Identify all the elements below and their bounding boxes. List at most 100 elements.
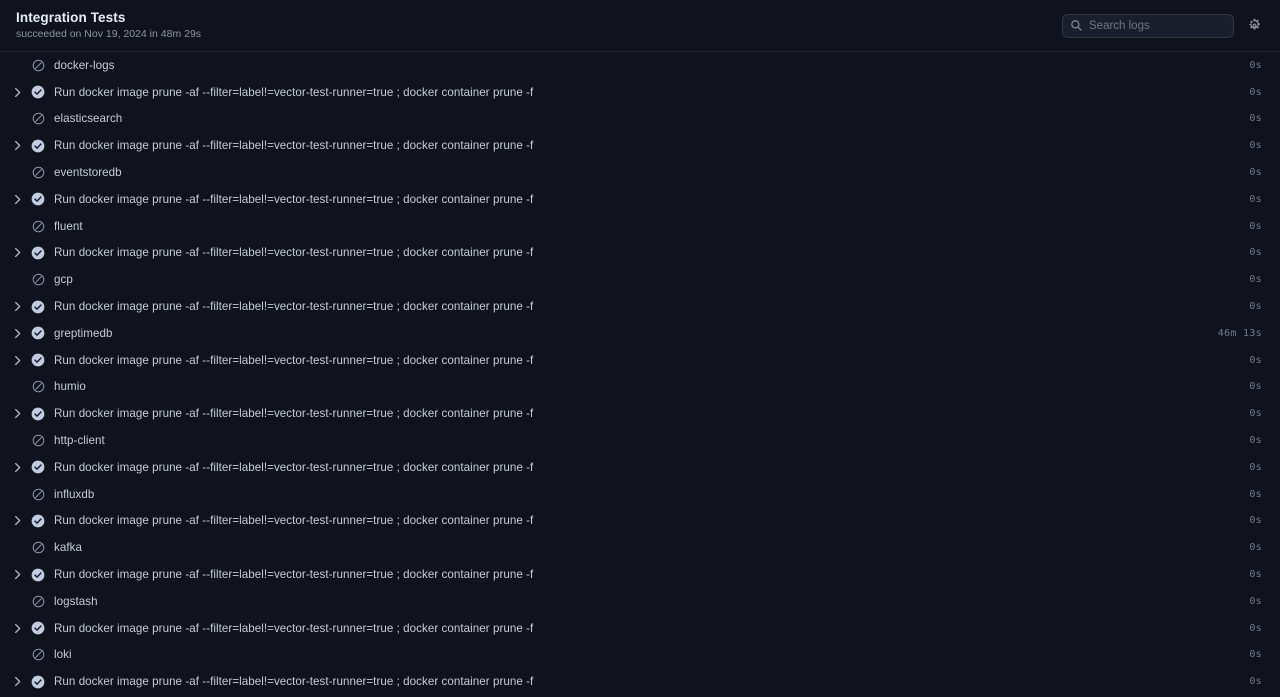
log-row-duration: 0s	[1237, 381, 1262, 392]
log-row[interactable]: docker-logs0s	[0, 52, 1280, 79]
log-row[interactable]: Run docker image prune -af --filter=labe…	[0, 186, 1280, 213]
log-row-duration: 0s	[1237, 676, 1262, 687]
log-row[interactable]: Run docker image prune -af --filter=labe…	[0, 79, 1280, 106]
log-row-label: influxdb	[50, 488, 1237, 501]
log-row-duration: 0s	[1237, 542, 1262, 553]
log-row[interactable]: Run docker image prune -af --filter=labe…	[0, 240, 1280, 267]
log-row[interactable]: Run docker image prune -af --filter=labe…	[0, 508, 1280, 535]
skipped-circle-slash-icon	[26, 220, 50, 233]
skipped-circle-slash-icon	[26, 595, 50, 608]
settings-button[interactable]	[1244, 16, 1264, 36]
chevron-right-icon[interactable]	[8, 676, 26, 687]
log-row-duration: 0s	[1237, 515, 1262, 526]
log-row-list[interactable]: docker-logs0sRun docker image prune -af …	[0, 52, 1280, 697]
success-check-circle-icon	[26, 407, 50, 421]
success-check-circle-icon	[26, 139, 50, 153]
chevron-right-icon[interactable]	[8, 408, 26, 419]
page-title: Integration Tests	[16, 10, 1062, 26]
log-row-label: Run docker image prune -af --filter=labe…	[50, 300, 1237, 313]
log-row[interactable]: http-client0s	[0, 427, 1280, 454]
log-row-label: fluent	[50, 220, 1237, 233]
run-status-subtitle: succeeded on Nov 19, 2024 in 48m 29s	[16, 27, 1062, 41]
log-row[interactable]: logstash0s	[0, 588, 1280, 615]
log-row-label: Run docker image prune -af --filter=labe…	[50, 407, 1237, 420]
skipped-circle-slash-icon	[26, 541, 50, 554]
log-row-duration: 0s	[1237, 462, 1262, 473]
log-row-duration: 0s	[1237, 301, 1262, 312]
log-row-label: docker-logs	[50, 59, 1237, 72]
log-row[interactable]: Run docker image prune -af --filter=labe…	[0, 132, 1280, 159]
log-row-duration: 46m 13s	[1206, 328, 1262, 339]
success-check-circle-icon	[26, 246, 50, 260]
success-check-circle-icon	[26, 353, 50, 367]
log-row-duration: 0s	[1237, 569, 1262, 580]
skipped-circle-slash-icon	[26, 273, 50, 286]
success-check-circle-icon	[26, 326, 50, 340]
success-check-circle-icon	[26, 568, 50, 582]
chevron-right-icon[interactable]	[8, 462, 26, 473]
search-logs-box[interactable]	[1062, 14, 1234, 38]
chevron-right-icon[interactable]	[8, 515, 26, 526]
skipped-circle-slash-icon	[26, 380, 50, 393]
log-row[interactable]: Run docker image prune -af --filter=labe…	[0, 400, 1280, 427]
log-row[interactable]: gcp0s	[0, 266, 1280, 293]
skipped-circle-slash-icon	[26, 434, 50, 447]
log-row-duration: 0s	[1237, 113, 1262, 124]
log-row-duration: 0s	[1237, 221, 1262, 232]
log-row[interactable]: Run docker image prune -af --filter=labe…	[0, 561, 1280, 588]
chevron-right-icon[interactable]	[8, 301, 26, 312]
log-row[interactable]: Run docker image prune -af --filter=labe…	[0, 293, 1280, 320]
log-row[interactable]: greptimedb46m 13s	[0, 320, 1280, 347]
success-check-circle-icon	[26, 300, 50, 314]
log-row-duration: 0s	[1237, 140, 1262, 151]
search-input[interactable]	[1089, 20, 1226, 32]
header-actions	[1062, 14, 1264, 38]
log-row[interactable]: Run docker image prune -af --filter=labe…	[0, 615, 1280, 642]
skipped-circle-slash-icon	[26, 648, 50, 661]
log-row-duration: 0s	[1237, 167, 1262, 178]
log-row[interactable]: kafka0s	[0, 534, 1280, 561]
log-row-label: loki	[50, 648, 1237, 661]
log-row-label: Run docker image prune -af --filter=labe…	[50, 675, 1237, 688]
log-row-label: Run docker image prune -af --filter=labe…	[50, 568, 1237, 581]
log-row-label: Run docker image prune -af --filter=labe…	[50, 354, 1237, 367]
chevron-right-icon[interactable]	[8, 328, 26, 339]
chevron-right-icon[interactable]	[8, 87, 26, 98]
chevron-right-icon[interactable]	[8, 623, 26, 634]
log-row-label: elasticsearch	[50, 112, 1237, 125]
chevron-right-icon[interactable]	[8, 140, 26, 151]
log-row[interactable]: loki0s	[0, 642, 1280, 669]
gear-icon	[1247, 18, 1262, 33]
skipped-circle-slash-icon	[26, 166, 50, 179]
log-row[interactable]: eventstoredb0s	[0, 159, 1280, 186]
log-row[interactable]: Run docker image prune -af --filter=labe…	[0, 454, 1280, 481]
chevron-right-icon[interactable]	[8, 194, 26, 205]
success-check-circle-icon	[26, 514, 50, 528]
log-row[interactable]: influxdb0s	[0, 481, 1280, 508]
log-row-duration: 0s	[1237, 649, 1262, 660]
log-row-label: greptimedb	[50, 327, 1206, 340]
log-row-duration: 0s	[1237, 60, 1262, 71]
log-row-duration: 0s	[1237, 87, 1262, 98]
log-row-duration: 0s	[1237, 596, 1262, 607]
skipped-circle-slash-icon	[26, 59, 50, 72]
success-check-circle-icon	[26, 85, 50, 99]
log-row[interactable]: humio0s	[0, 374, 1280, 401]
chevron-right-icon[interactable]	[8, 247, 26, 258]
log-row[interactable]: elasticsearch0s	[0, 106, 1280, 133]
search-icon	[1070, 19, 1083, 32]
success-check-circle-icon	[26, 621, 50, 635]
log-row-label: Run docker image prune -af --filter=labe…	[50, 514, 1237, 527]
log-row-duration: 0s	[1237, 194, 1262, 205]
log-row-label: Run docker image prune -af --filter=labe…	[50, 461, 1237, 474]
log-row-label: Run docker image prune -af --filter=labe…	[50, 246, 1237, 259]
log-row[interactable]: Run docker image prune -af --filter=labe…	[0, 668, 1280, 695]
chevron-right-icon[interactable]	[8, 355, 26, 366]
log-header: Integration Tests succeeded on Nov 19, 2…	[0, 0, 1280, 52]
success-check-circle-icon	[26, 675, 50, 689]
chevron-right-icon[interactable]	[8, 569, 26, 580]
log-row[interactable]: fluent0s	[0, 213, 1280, 240]
log-row-duration: 0s	[1237, 247, 1262, 258]
log-row[interactable]: Run docker image prune -af --filter=labe…	[0, 347, 1280, 374]
log-row-duration: 0s	[1237, 489, 1262, 500]
